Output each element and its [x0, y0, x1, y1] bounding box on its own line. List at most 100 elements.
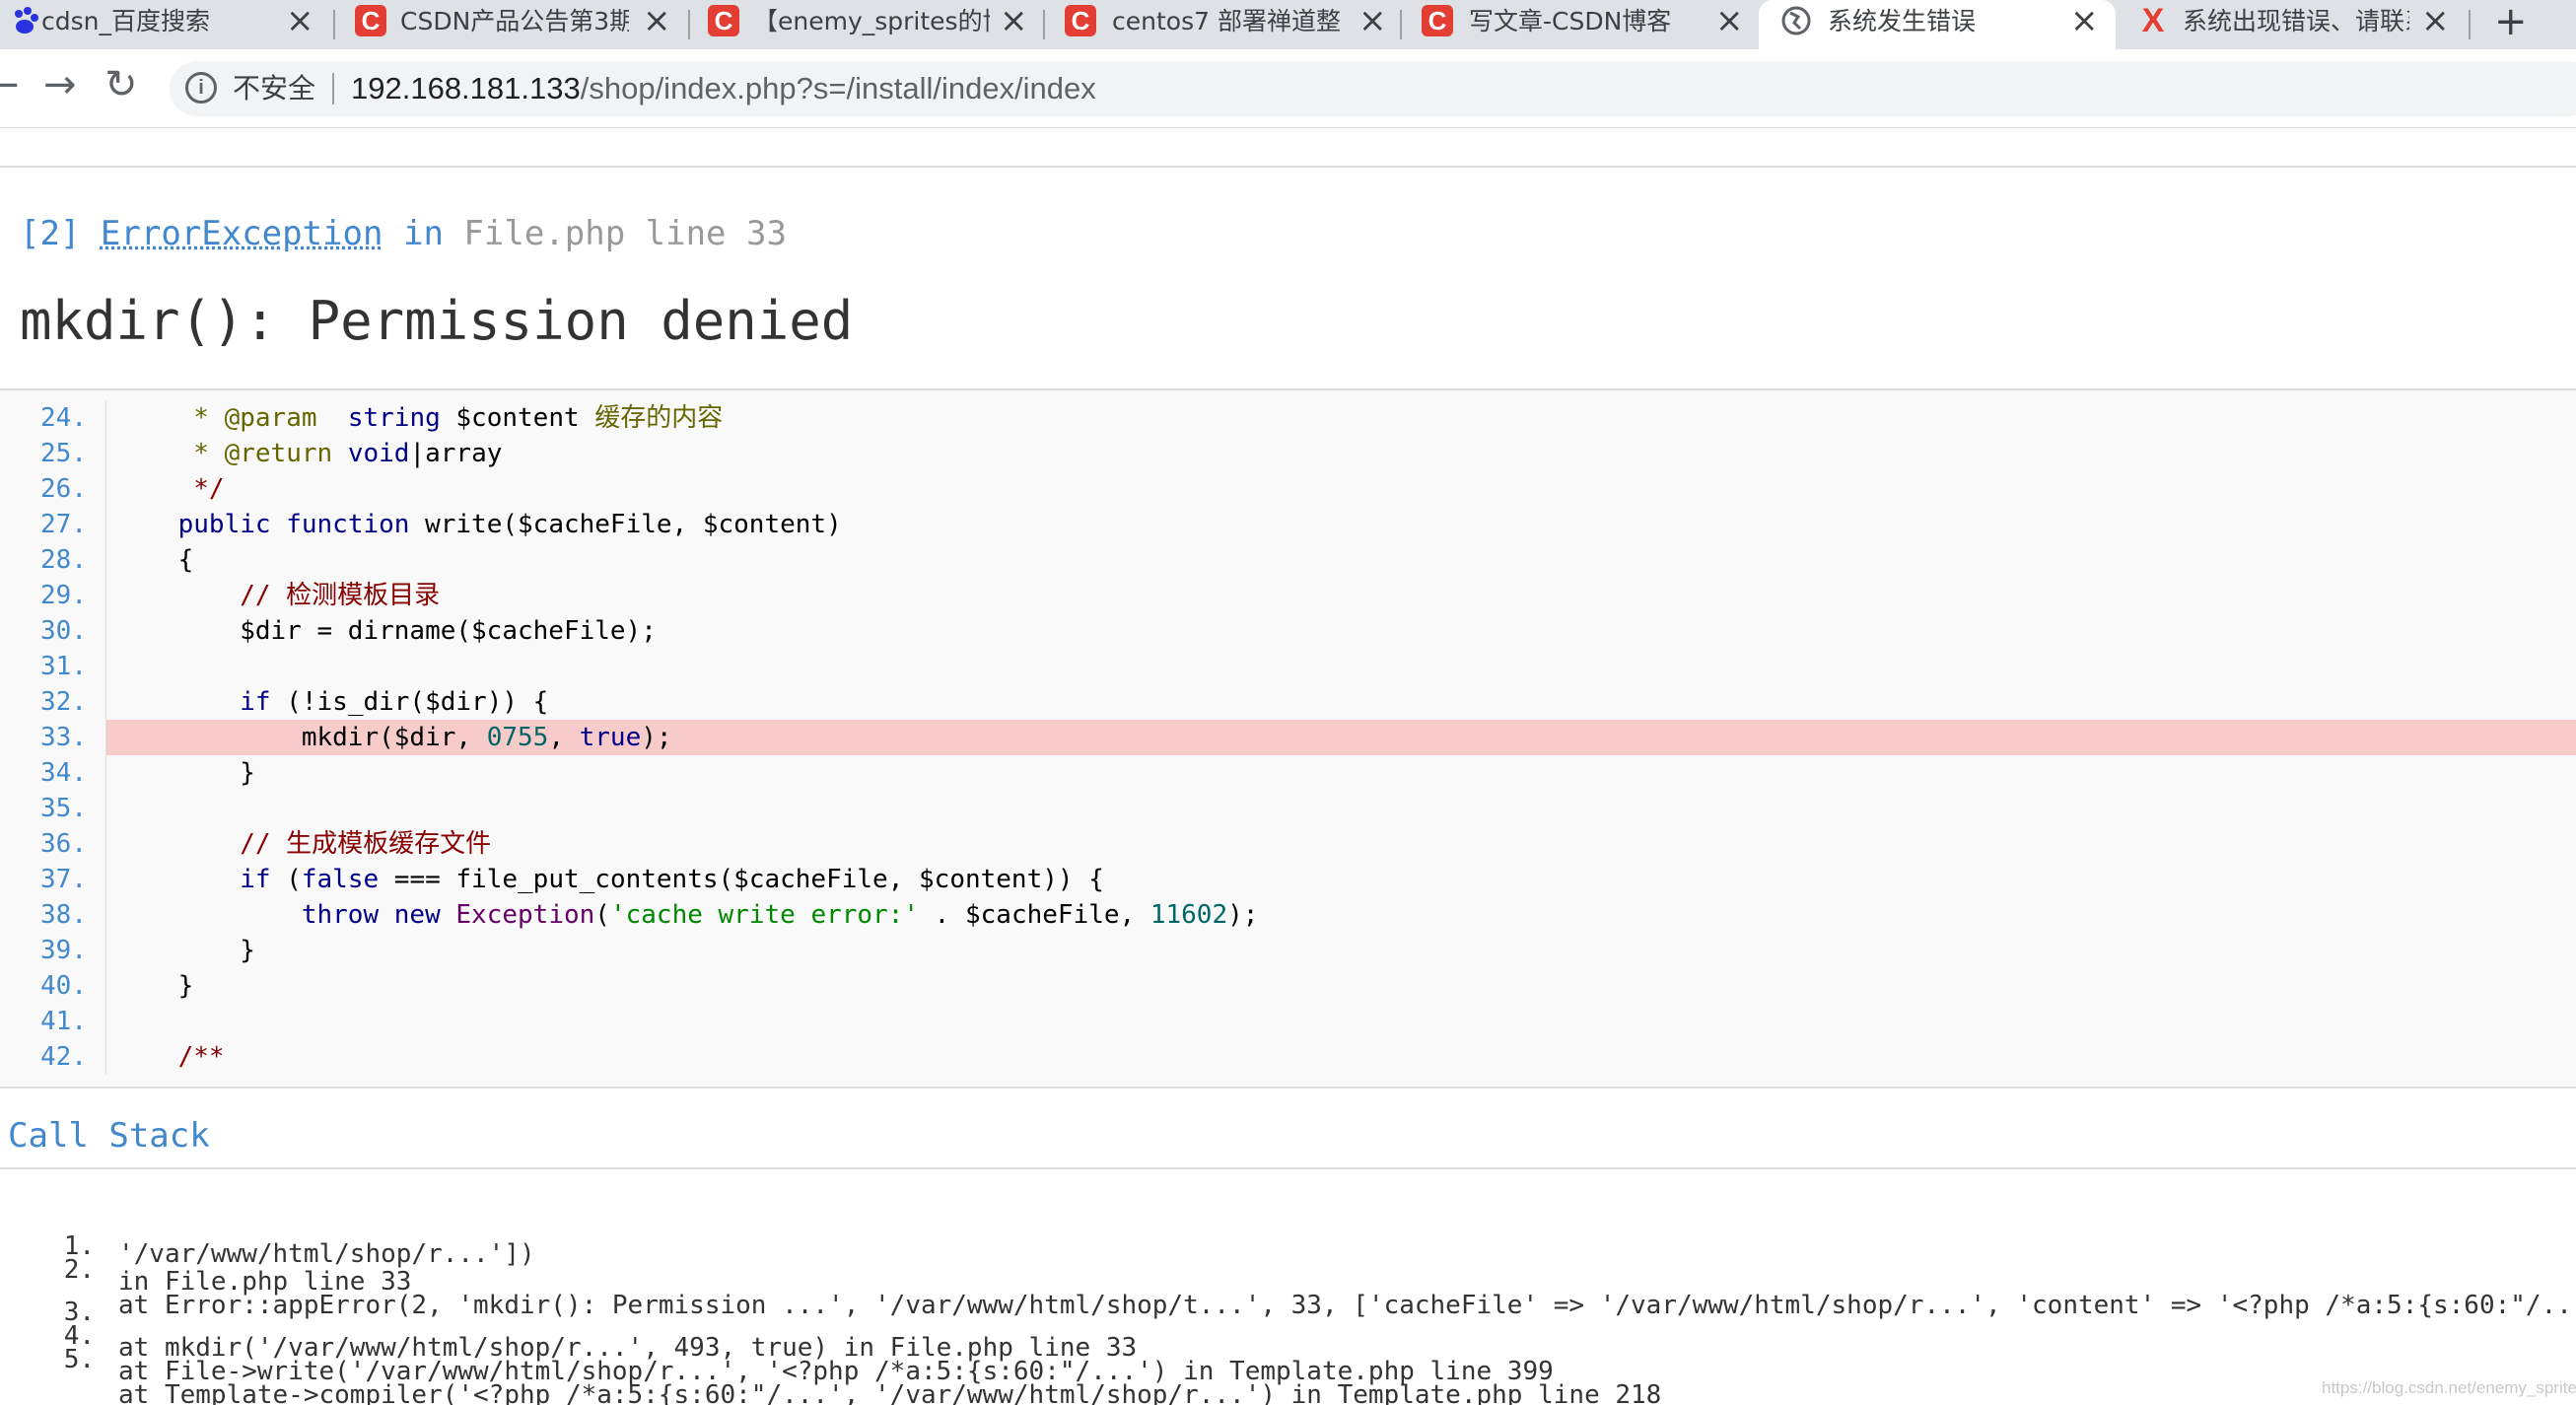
new-tab-button[interactable]: + [2494, 0, 2528, 43]
tab-csdn-announce[interactable]: C CSDN产品公告第3期 × [337, 0, 682, 49]
source-line: 35. [0, 791, 2576, 826]
line-number: 38. [40, 900, 87, 930]
line-number: 25. [40, 439, 87, 468]
close-icon[interactable]: × [1715, 3, 1744, 38]
source-line: 30. $dir = dirname($cacheFile); [0, 613, 2576, 649]
source-line: 25. * @return void|array [0, 436, 2576, 471]
code-text: * @param string $content 缓存的内容 [193, 403, 724, 433]
tab-separator [688, 10, 690, 39]
forward-arrow-icon[interactable]: → [43, 63, 77, 106]
exception-class-link[interactable]: ErrorException [101, 214, 383, 253]
tab-baidu[interactable]: cdsn_百度搜索 × [0, 0, 325, 49]
call-stack-index: 5. [63, 1345, 95, 1374]
source-line: 27. public function write($cacheFile, $c… [0, 507, 2576, 542]
code-text: // 检测模板目录 [116, 581, 441, 610]
watermark: https://blog.csdn.net/enemy_sprites [2322, 1378, 2576, 1397]
tab-separator [333, 10, 335, 39]
source-line: 39. } [0, 933, 2576, 968]
line-number: 28. [40, 545, 87, 575]
source-line: 26. */ [0, 471, 2576, 507]
tab-enemy-sprites[interactable]: C 【enemy_sprites的博 × [692, 0, 1047, 49]
security-status-label[interactable]: 不安全 [233, 71, 315, 106]
line-number: 30. [40, 616, 87, 646]
code-text: */ [116, 474, 225, 504]
line-number: 37. [40, 865, 87, 894]
globe-icon [1780, 5, 1812, 36]
reload-icon[interactable]: ↻ [104, 63, 138, 106]
exception-header: [2] ErrorException in File.php line 33 [20, 212, 787, 255]
source-line: 37. if (false === file_put_contents($cac… [0, 862, 2576, 897]
source-line: 28. { [0, 542, 2576, 578]
tab-write-article[interactable]: C 写文章-CSDN博客 × [1404, 0, 1759, 49]
csdn-logo-icon: C [708, 5, 739, 36]
tab-centos7[interactable]: C centos7 部署禅道整 × [1047, 0, 1402, 49]
info-icon[interactable]: i [185, 72, 217, 104]
url-path: /shop/index.php?s=/install/index/index [580, 71, 1096, 105]
csdn-logo-icon: C [355, 5, 386, 36]
source-line: 36. // 生成模板缓存文件 [0, 826, 2576, 862]
source-line: 31. [0, 649, 2576, 684]
error-page: [2] ErrorException in File.php line 33 m… [0, 128, 2576, 1405]
divider [0, 1167, 2576, 1169]
line-number: 36. [40, 829, 87, 859]
source-line: 42. /** [0, 1039, 2576, 1075]
close-icon[interactable]: × [1000, 3, 1028, 38]
tab-title: 写文章-CSDN博客 [1469, 7, 1672, 35]
close-icon[interactable]: × [2070, 3, 2099, 38]
close-icon[interactable]: × [2421, 3, 2450, 38]
line-number: 31. [40, 652, 87, 681]
tab-separator [2469, 10, 2471, 39]
line-number: 41. [40, 1007, 87, 1036]
line-number: 33. [40, 723, 87, 752]
code-text: mkdir($dir, 0755, true); [106, 720, 2576, 755]
url-text[interactable]: 192.168.181.133/shop/index.php?s=/instal… [351, 70, 1096, 107]
line-number: 26. [40, 474, 87, 504]
tab-system-error-contact[interactable]: X 系统出现错误、请联系 × [2116, 0, 2471, 49]
x-logo-icon: X [2141, 2, 2165, 39]
line-number: 32. [40, 687, 87, 717]
line-number: 24. [40, 403, 87, 433]
line-number: 35. [40, 794, 87, 823]
back-arrow-icon[interactable]: ← [0, 63, 20, 106]
csdn-logo-icon: C [1065, 5, 1096, 36]
code-text: } [116, 758, 255, 788]
source-line: 38. throw new Exception('cache write err… [0, 897, 2576, 933]
source-line: 41. [0, 1004, 2576, 1039]
tab-title: centos7 部署禅道整 [1112, 7, 1341, 35]
exception-message: mkdir(): Permission denied [20, 290, 854, 352]
tab-separator [1043, 10, 1045, 39]
call-stack-item: 5. at Template->compiler('<?php /*a:5:{s… [0, 1306, 2576, 1405]
divider [0, 166, 2576, 168]
address-divider [332, 73, 334, 105]
close-icon[interactable]: × [643, 3, 671, 38]
line-number: 34. [40, 758, 87, 788]
code-text: { [116, 545, 194, 575]
code-text: if (!is_dir($dir)) { [240, 687, 549, 717]
line-number: 39. [40, 936, 87, 965]
line-number: 27. [40, 510, 87, 539]
tab-title: 系统发生错误 [1828, 7, 1977, 35]
call-stack-title: Call Stack [8, 1116, 210, 1156]
tab-separator [1400, 10, 1402, 39]
tab-title: CSDN产品公告第3期 [400, 7, 629, 35]
close-icon[interactable]: × [1358, 3, 1387, 38]
code-text: public function write($cacheFile, $conte… [177, 510, 842, 539]
address-bar[interactable]: i 不安全 192.168.181.133/shop/index.php?s=/… [170, 61, 2576, 116]
code-text: * @return void|array [193, 439, 503, 468]
close-icon[interactable]: × [286, 3, 314, 38]
line-number: 29. [40, 581, 87, 610]
tab-title: 系统出现错误、请联系 [2183, 7, 2409, 35]
code-text: if (false === file_put_contents($cacheFi… [240, 865, 1104, 894]
code-text: } [116, 936, 255, 965]
source-line-highlighted: 33. mkdir($dir, 0755, true); [0, 720, 2576, 755]
baidu-paw-icon [10, 5, 41, 36]
tab-title: cdsn_百度搜索 [41, 7, 210, 35]
tab-system-error-active[interactable]: 系统发生错误 × [1759, 0, 2116, 49]
exception-in-word: in [402, 214, 444, 253]
line-number: 40. [40, 971, 87, 1001]
code-text: throw new Exception('cache write error:'… [301, 900, 1259, 930]
exception-file-ref: File.php line 33 [463, 214, 787, 253]
source-line: 29. // 检测模板目录 [0, 578, 2576, 613]
